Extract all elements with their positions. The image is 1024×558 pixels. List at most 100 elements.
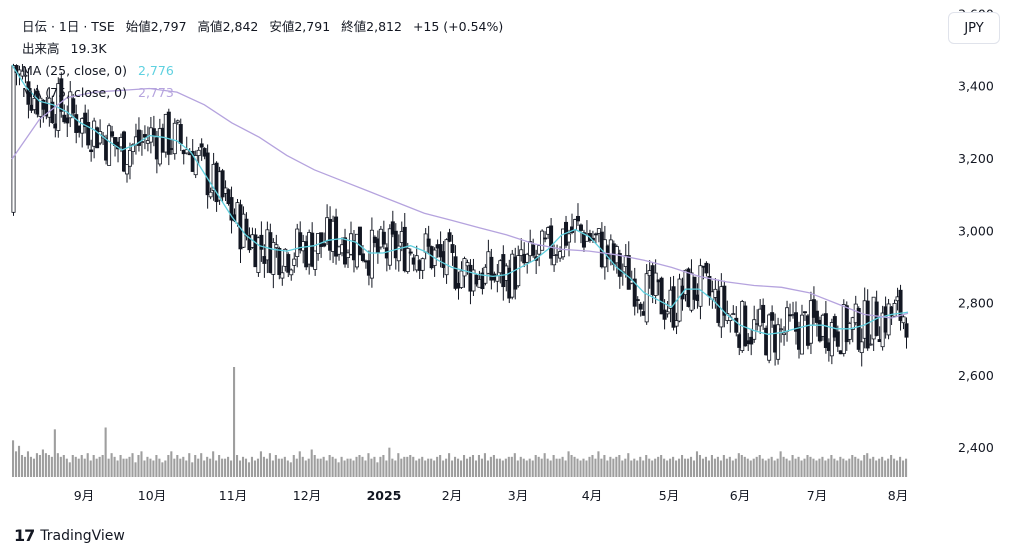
high-label: 高値 xyxy=(197,19,223,34)
volume-bar xyxy=(116,460,119,477)
ma25-row[interactable]: MA (25, close, 0) 2,776 xyxy=(22,60,503,82)
volume-bar xyxy=(597,451,600,477)
ma75-row[interactable]: MA (75, close, 0) 2,773 xyxy=(22,82,503,104)
volume-bar xyxy=(385,460,388,477)
volume-bar xyxy=(660,455,663,477)
volume-bar xyxy=(713,458,716,477)
volume-bar xyxy=(236,455,239,477)
volume-bar xyxy=(669,458,672,477)
volume-bar xyxy=(412,456,415,477)
candle-body xyxy=(782,332,787,335)
tradingview-logo[interactable]: 17 TradingView xyxy=(14,526,125,545)
open-label: 始値 xyxy=(125,19,151,34)
volume-bar xyxy=(439,455,442,477)
volume-bar xyxy=(645,455,648,477)
volume-bar xyxy=(591,455,594,477)
candle-body xyxy=(11,65,16,213)
volume-bar xyxy=(110,453,113,477)
volume-bar xyxy=(101,455,104,477)
volume-bar xyxy=(424,460,427,477)
volume-bar xyxy=(433,460,436,477)
volume-bar xyxy=(355,456,358,477)
volume-bar xyxy=(471,455,475,477)
volume-bar xyxy=(382,455,385,477)
volume-bar xyxy=(791,455,794,477)
volume-bar xyxy=(250,456,254,477)
volume-bar xyxy=(289,462,292,477)
volume-bar xyxy=(256,458,259,477)
volume-bar xyxy=(71,455,74,477)
volume-bar xyxy=(483,453,486,477)
volume-bar xyxy=(224,458,227,477)
volume-bar xyxy=(507,456,510,477)
volume-bar xyxy=(806,455,809,477)
volume-bar xyxy=(307,458,310,477)
volume-bar xyxy=(857,458,860,477)
volume-bar xyxy=(197,458,200,477)
volume-bar xyxy=(887,458,890,477)
volume-bar xyxy=(716,456,719,477)
volume-bar xyxy=(134,462,137,477)
volume-bar xyxy=(678,458,681,477)
volume-bar xyxy=(430,458,433,477)
candle-body xyxy=(110,131,115,137)
candle-body xyxy=(462,258,467,277)
volume-bar xyxy=(881,456,884,477)
candle-body xyxy=(704,262,709,274)
volume-bar xyxy=(902,460,905,477)
y-tick-label: 2,800 xyxy=(958,296,994,311)
candle-body xyxy=(280,272,285,279)
candle-body xyxy=(289,269,294,276)
volume-bar xyxy=(686,458,690,477)
volume-bar xyxy=(489,456,492,477)
candle-body xyxy=(662,309,667,320)
x-tick-label: 3月 xyxy=(508,488,528,503)
volume-bar xyxy=(370,458,373,477)
volume-bar xyxy=(821,456,824,477)
candle-body xyxy=(761,304,766,323)
volume-bar xyxy=(770,456,773,477)
volume-bar xyxy=(758,455,761,477)
volume-bar xyxy=(53,429,56,477)
volume-bar xyxy=(340,456,343,477)
candle-body xyxy=(408,251,413,254)
candle-body xyxy=(516,255,521,287)
volume-bar xyxy=(403,456,406,477)
volume-bar xyxy=(528,458,531,477)
volume-bar xyxy=(618,455,621,477)
volume-bar xyxy=(421,456,424,477)
volume-bar xyxy=(400,458,403,477)
volume-bar xyxy=(737,453,740,477)
volume-bar xyxy=(298,451,301,477)
volume-bar xyxy=(848,458,851,477)
volume-bar xyxy=(259,451,262,477)
candle-body xyxy=(357,226,362,256)
volume-bar xyxy=(283,456,286,477)
volume-bar xyxy=(830,455,833,477)
candle-body xyxy=(644,273,649,323)
volume-bar xyxy=(295,458,298,477)
volume-bar xyxy=(74,456,77,477)
volume-bar xyxy=(501,460,504,477)
volume-bar xyxy=(215,460,218,477)
ma25-value: 2,776 xyxy=(138,63,174,78)
volume-bar xyxy=(740,455,743,477)
volume-bar xyxy=(731,460,734,477)
symbol-label[interactable]: 日伝 · 1日 · TSE xyxy=(22,19,115,34)
volume-bar xyxy=(543,453,546,477)
volume-bar xyxy=(531,460,534,477)
high-value: 2,842 xyxy=(222,19,259,34)
candle-body xyxy=(868,343,873,346)
volume-bar xyxy=(20,455,24,477)
volume-bar xyxy=(576,458,579,477)
volume-bar xyxy=(113,456,116,477)
volume-bar xyxy=(167,455,170,477)
volume-bar xyxy=(872,456,875,477)
candle-body xyxy=(426,238,431,247)
volume-bar xyxy=(890,455,893,477)
volume-bar xyxy=(513,453,516,477)
currency-button[interactable]: JPY xyxy=(948,12,1000,44)
volume-row[interactable]: 出来高 19.3K xyxy=(22,38,503,60)
volume-bar xyxy=(546,458,549,477)
candle-body xyxy=(175,120,180,123)
